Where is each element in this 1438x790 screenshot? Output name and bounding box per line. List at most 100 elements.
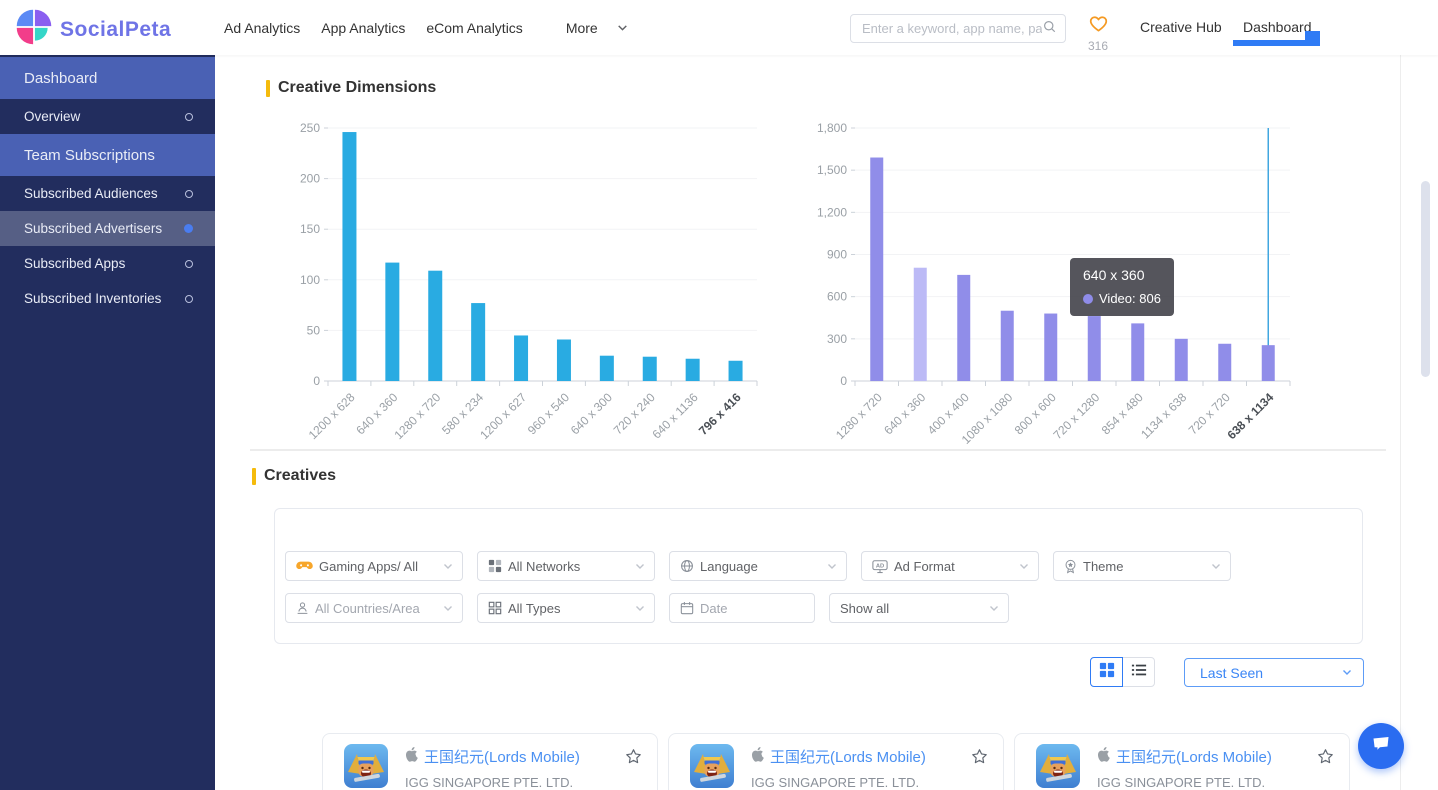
nav-link-dashboard[interactable]: Dashboard — [1243, 19, 1312, 35]
card-advertiser-name: IGG SINGAPORE PTE. LTD. — [751, 775, 920, 790]
card-body: 王国纪元(Lords Mobile) IGG SINGAPORE PTE. LTD… — [751, 744, 926, 790]
card-body: 王国纪元(Lords Mobile) IGG SINGAPORE PTE. LTD… — [1097, 744, 1272, 790]
section-title-creative-dimensions: Creative Dimensions — [266, 79, 436, 97]
svg-text:960 x 540: 960 x 540 — [525, 390, 572, 437]
svg-text:640 x 1136: 640 x 1136 — [650, 390, 701, 441]
sidebar-item-label: Subscribed Audiences — [24, 186, 158, 201]
sidebar-item-subscribed-audiences[interactable]: Subscribed Audiences — [0, 176, 215, 211]
filter-date[interactable]: Date — [669, 593, 815, 623]
lords-mobile-app-icon[interactable] — [690, 744, 734, 790]
section-title-text: Creative Dimensions — [278, 79, 437, 96]
circle-icon — [185, 189, 193, 198]
creatives-filter-panel: Gaming Apps/ All All Networks Language AD Ad… — [274, 508, 1363, 644]
logo-text: SocialPeta — [60, 17, 172, 41]
filter-all-networks[interactable]: All Networks — [477, 551, 655, 581]
nav-item-more[interactable]: More — [566, 20, 629, 36]
socialpeta-logo-icon — [14, 7, 54, 52]
star-icon[interactable] — [1316, 747, 1335, 766]
favorites-button[interactable]: 316 — [1083, 14, 1113, 53]
favorites-count: 316 — [1087, 39, 1109, 53]
filter-label: Date — [700, 600, 728, 616]
nav-item-ecom-analytics[interactable]: eCom Analytics — [426, 20, 522, 36]
svg-text:640 x 300: 640 x 300 — [568, 390, 615, 437]
networks-icon — [488, 559, 502, 573]
filter-label: All Networks — [508, 558, 581, 574]
search-input[interactable] — [862, 21, 1042, 36]
svg-text:1200 x 627: 1200 x 627 — [477, 390, 529, 442]
top-navbar: SocialPeta Ad Analytics App Analytics eCom… — [0, 0, 1438, 55]
creative-card[interactable]: 王国纪元(Lords Mobile) IGG SINGAPORE PTE. LTD… — [1014, 733, 1350, 790]
sidebar-item-subscribed-apps[interactable]: Subscribed Apps — [0, 246, 215, 281]
scrollbar-thumb[interactable] — [1421, 181, 1430, 377]
sidebar-item-overview[interactable]: Overview — [0, 99, 215, 134]
heart-icon — [1088, 16, 1109, 37]
svg-text:0: 0 — [313, 374, 320, 388]
grid-view-button[interactable] — [1090, 657, 1123, 687]
nav-item-label: More — [565, 19, 598, 36]
creative-card[interactable]: 王国纪元(Lords Mobile) IGG SINGAPORE PTE. LTD… — [322, 733, 658, 790]
active-dot-icon — [184, 224, 193, 233]
socialpeta-logo[interactable]: SocialPeta — [14, 7, 171, 52]
svg-text:720 x 1280: 720 x 1280 — [1050, 390, 1102, 442]
chevron-down-icon — [634, 602, 646, 614]
star-icon[interactable] — [624, 747, 643, 766]
filter-language[interactable]: Language — [669, 551, 847, 581]
svg-text:1,800: 1,800 — [817, 121, 847, 135]
filter-label: Ad Format — [894, 558, 955, 574]
date-icon — [680, 601, 694, 615]
socialpeta-dashboard: SocialPeta Ad Analytics App Analytics eCom… — [0, 0, 1438, 790]
countries-icon — [296, 601, 309, 615]
section-divider — [250, 449, 1386, 451]
view-toggle — [1090, 657, 1155, 687]
svg-text:1280 x 720: 1280 x 720 — [391, 390, 443, 442]
circle-icon — [185, 294, 193, 303]
filter-show-all[interactable]: Show all — [829, 593, 1009, 623]
lords-mobile-app-icon[interactable] — [344, 744, 388, 790]
nav-item-app-analytics[interactable]: App Analytics — [321, 20, 405, 36]
svg-text:150: 150 — [300, 222, 320, 236]
ad-format-icon: AD — [872, 559, 888, 574]
svg-text:1280 x 720: 1280 x 720 — [833, 390, 885, 442]
video-dimensions-bar-chart[interactable]: 0 300 600 900 1,200 1,500 1,800 1280 x 720640 x… — [795, 115, 1315, 455]
chevron-down-icon — [1018, 560, 1030, 572]
search-icon[interactable] — [1042, 19, 1057, 39]
lords-mobile-app-icon[interactable] — [1036, 744, 1080, 790]
filter-ad-format[interactable]: AD Ad Format — [861, 551, 1039, 581]
filter-row-1: Gaming Apps/ All All Networks Language AD Ad… — [285, 551, 1362, 581]
creatives-card-list: 王国纪元(Lords Mobile) IGG SINGAPORE PTE. LTD… — [322, 733, 1360, 790]
sidebar-item-subscribed-advertisers[interactable]: Subscribed Advertisers — [0, 211, 215, 246]
nav-item-label: App Analytics — [321, 19, 406, 36]
nav-item-ad-analytics[interactable]: Ad Analytics — [224, 20, 300, 36]
card-app-title[interactable]: 王国纪元(Lords Mobile) — [424, 746, 580, 767]
card-app-title[interactable]: 王国纪元(Lords Mobile) — [1116, 746, 1272, 767]
theme-icon — [1064, 559, 1077, 574]
sort-select-last-seen[interactable]: Last Seen — [1184, 658, 1364, 687]
sidebar-item-dashboard[interactable]: Dashboard — [0, 57, 215, 99]
main-nav: Ad Analytics App Analytics eCom Analytics M… — [224, 0, 650, 55]
sort-select-value: Last Seen — [1200, 664, 1264, 681]
sidebar-item-team-subscriptions[interactable]: Team Subscriptions — [0, 134, 215, 176]
sidebar-item-subscribed-inventories[interactable]: Subscribed Inventories — [0, 281, 215, 316]
nav-link-creative-hub[interactable]: Creative Hub — [1140, 19, 1222, 35]
svg-text:AD: AD — [876, 563, 884, 569]
filter-theme[interactable]: Theme — [1053, 551, 1231, 581]
creative-card[interactable]: 王国纪元(Lords Mobile) IGG SINGAPORE PTE. LTD… — [668, 733, 1004, 790]
image-dimensions-bar-chart[interactable]: 0501001502002501200 x 628640 x 3601280 x… — [290, 115, 765, 455]
list-view-button[interactable] — [1122, 657, 1155, 687]
sidebar-item-label: Team Subscriptions — [24, 146, 155, 164]
star-icon[interactable] — [970, 747, 989, 766]
svg-text:638 x 1134: 638 x 1134 — [1224, 390, 1276, 442]
grid-view-icon — [1099, 662, 1115, 683]
filter-label: Show all — [840, 600, 890, 616]
filter-all-types[interactable]: All Types — [477, 593, 655, 623]
content-edge-divider — [1400, 55, 1401, 790]
filter-gaming-apps-all[interactable]: Gaming Apps/ All — [285, 551, 463, 581]
svg-text:900: 900 — [827, 248, 847, 262]
section-title-text: Creatives — [264, 467, 337, 484]
apple-icon — [751, 746, 764, 767]
card-app-title[interactable]: 王国纪元(Lords Mobile) — [770, 746, 926, 767]
chat-support-button[interactable] — [1358, 723, 1404, 769]
section-accent-bar — [266, 79, 270, 97]
filter-all-countries-area[interactable]: All Countries/Area — [285, 593, 463, 623]
filter-label: All Types — [508, 600, 561, 616]
